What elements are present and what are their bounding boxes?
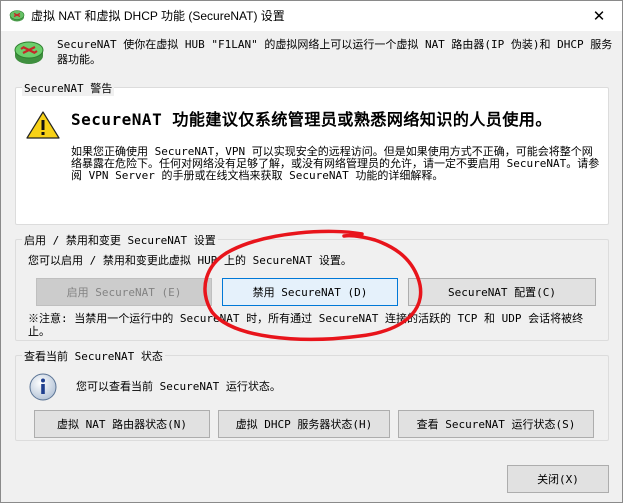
enable-legend: 启用 / 禁用和变更 SecureNAT 设置 bbox=[22, 232, 218, 248]
status-group: 查看当前 SecureNAT 状态 您可以查看当前 SecureNAT 运行状态… bbox=[15, 348, 609, 441]
warning-icon bbox=[26, 111, 60, 139]
view-status-button[interactable]: 查看 SecureNAT 运行状态(S) bbox=[398, 410, 594, 438]
warning-heading: SecureNAT 功能建议仅系统管理员或熟悉网络知识的人员使用。 bbox=[71, 110, 552, 129]
warning-body: 如果您正确使用 SecureNAT，VPN 可以实现安全的远程访问。但是如果使用… bbox=[71, 145, 600, 182]
securenat-config-button[interactable]: SecureNAT 配置(C) bbox=[408, 278, 596, 306]
info-icon bbox=[29, 373, 57, 401]
header-description: SecureNAT 使你在虚拟 HUB "F1LAN" 的虚拟网络上可以运行一个… bbox=[57, 38, 613, 66]
disable-securenat-button[interactable]: 禁用 SecureNAT (D) bbox=[222, 278, 398, 306]
router-icon bbox=[14, 41, 44, 64]
title-bar[interactable]: 虚拟 NAT 和虚拟 DHCP 功能 (SecureNAT) 设置 ✕ bbox=[1, 1, 622, 31]
close-button[interactable]: 关闭(X) bbox=[507, 465, 609, 493]
status-legend: 查看当前 SecureNAT 状态 bbox=[22, 348, 165, 364]
enable-description: 您可以启用 / 禁用和变更此虚拟 HUB 上的 SecureNAT 设置。 bbox=[28, 254, 352, 267]
close-icon[interactable]: ✕ bbox=[576, 1, 622, 31]
nat-status-button[interactable]: 虚拟 NAT 路由器状态(N) bbox=[34, 410, 210, 438]
securenat-dialog: 虚拟 NAT 和虚拟 DHCP 功能 (SecureNAT) 设置 ✕ Secu… bbox=[0, 0, 623, 503]
network-router-icon bbox=[9, 10, 25, 22]
disable-warning-note: ※注意: 当禁用一个运行中的 SecureNAT 时，所有通过 SecureNA… bbox=[28, 312, 584, 338]
status-description: 您可以查看当前 SecureNAT 运行状态。 bbox=[76, 380, 281, 393]
enable-group: 启用 / 禁用和变更 SecureNAT 设置 您可以启用 / 禁用和变更此虚拟… bbox=[15, 232, 609, 341]
dhcp-status-button[interactable]: 虚拟 DHCP 服务器状态(H) bbox=[218, 410, 390, 438]
warning-group: SecureNAT 警告 SecureNAT 功能建议仅系统管理员或熟悉网络知识… bbox=[15, 80, 609, 225]
enable-securenat-button[interactable]: 启用 SecureNAT (E) bbox=[36, 278, 212, 306]
warning-legend: SecureNAT 警告 bbox=[22, 80, 115, 96]
window-title: 虚拟 NAT 和虚拟 DHCP 功能 (SecureNAT) 设置 bbox=[31, 9, 285, 23]
